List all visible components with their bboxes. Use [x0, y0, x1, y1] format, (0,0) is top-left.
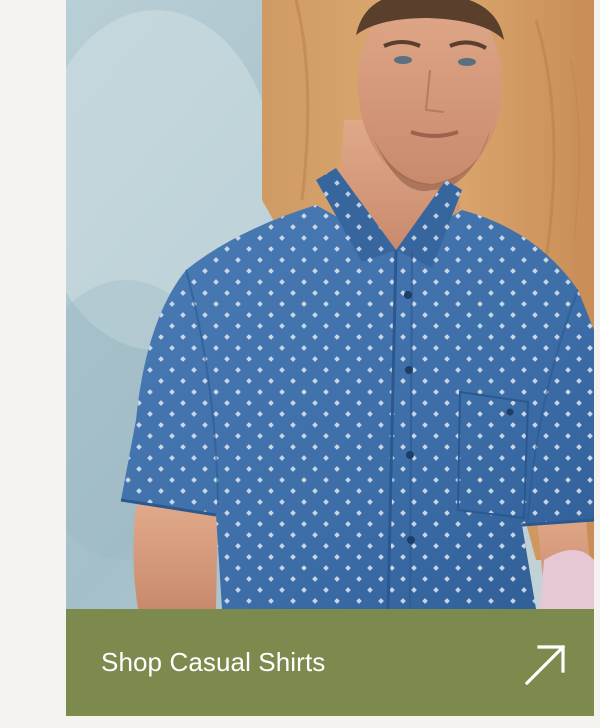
- promo-card[interactable]: Shop Casual Shirts: [66, 0, 594, 716]
- hero-photo-illustration: [66, 0, 594, 609]
- page: Shop Casual Shirts: [0, 0, 600, 728]
- cta-label: Shop Casual Shirts: [101, 647, 326, 677]
- hero-image[interactable]: [66, 0, 594, 609]
- arrow-up-right-icon: [524, 644, 566, 686]
- shop-casual-shirts-button[interactable]: Shop Casual Shirts: [66, 609, 594, 716]
